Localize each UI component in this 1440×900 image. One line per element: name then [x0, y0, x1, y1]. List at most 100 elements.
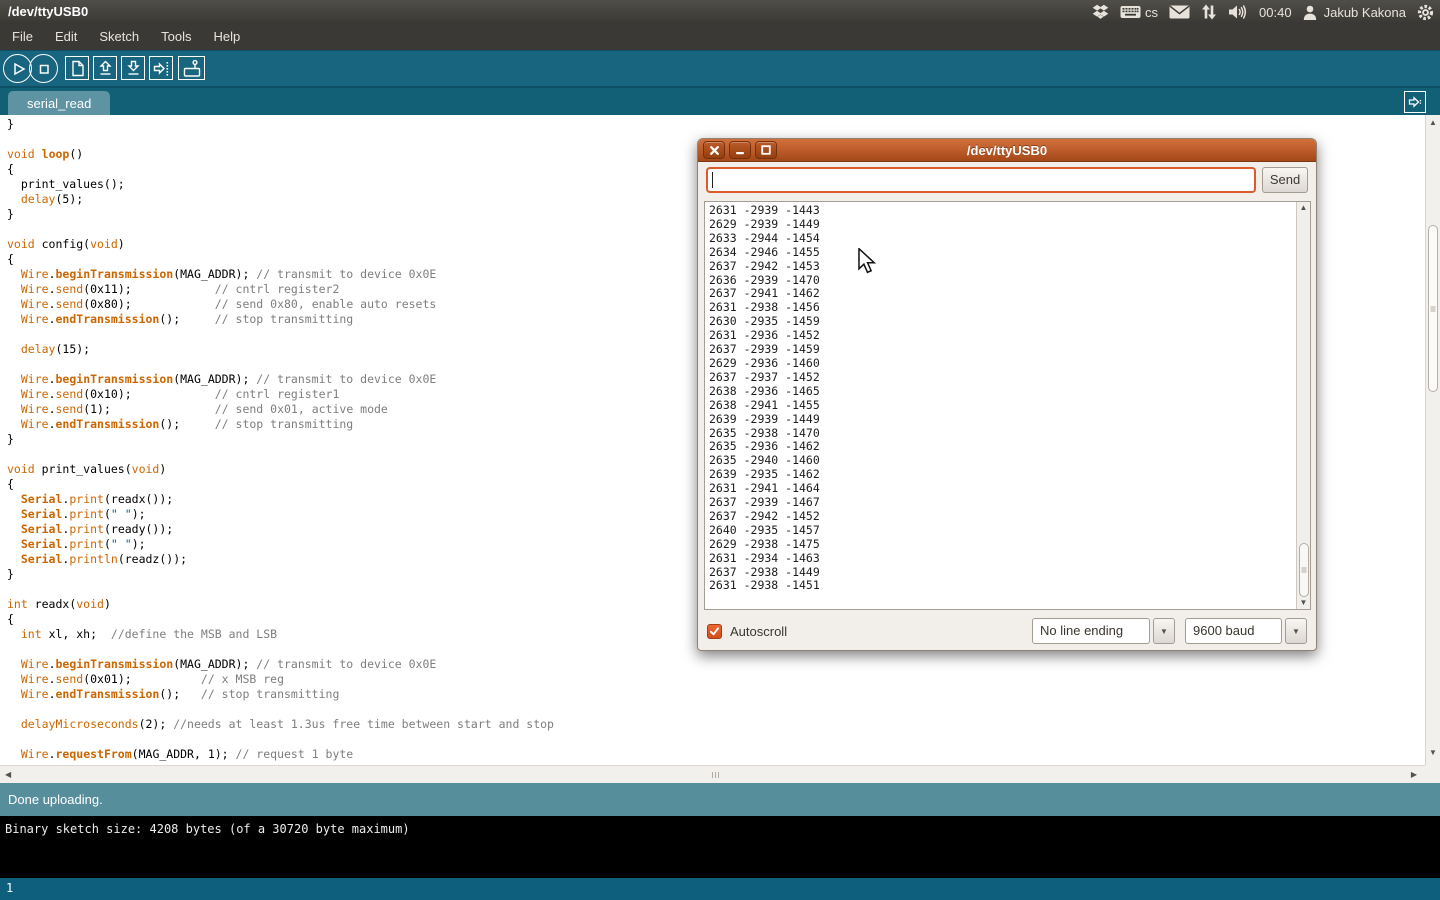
serial-send-input[interactable] — [706, 167, 1256, 193]
editor-vscroll-thumb[interactable] — [1428, 225, 1438, 392]
serial-row: 2637 -2937 -1452 — [709, 371, 820, 385]
autoscroll-checkbox[interactable] — [707, 624, 722, 639]
volume-icon[interactable] — [1228, 4, 1248, 20]
menu-tools[interactable]: Tools — [150, 24, 202, 50]
open-sketch-button[interactable] — [93, 56, 117, 80]
serial-row: 2636 -2939 -1470 — [709, 274, 820, 288]
code-line: } — [7, 432, 554, 447]
serial-row: 2630 -2935 -1459 — [709, 315, 820, 329]
editor-horizontal-scrollbar[interactable]: ◀ ▶ — [0, 765, 1425, 783]
serial-row: 2629 -2936 -1460 — [709, 357, 820, 371]
code-line: Wire.requestFrom(MAG_ADDR, 1); // reques… — [7, 747, 554, 762]
line-ending-value[interactable]: No line ending — [1032, 618, 1150, 644]
current-line-indicator: 1 — [6, 881, 13, 895]
serial-row: 2637 -2939 -1459 — [709, 343, 820, 357]
code-line: void loop() — [7, 147, 554, 162]
line-number-strip: 1 — [0, 878, 1440, 900]
menu-help[interactable]: Help — [202, 24, 251, 50]
serial-row: 2640 -2935 -1457 — [709, 524, 820, 538]
code-line: Wire.send(0x01); // x MSB reg — [7, 672, 554, 687]
serial-row: 2638 -2936 -1465 — [709, 385, 820, 399]
session-power-icon[interactable] — [1417, 4, 1434, 21]
code-line: Wire.endTransmission(); // stop transmit… — [7, 687, 554, 702]
save-sketch-button[interactable] — [121, 56, 145, 80]
close-button[interactable] — [703, 141, 725, 159]
serial-vscroll-thumb[interactable] — [1299, 543, 1309, 597]
menu-file[interactable]: File — [1, 24, 44, 50]
code-line: Wire.beginTransmission(MAG_ADDR); // tra… — [7, 657, 554, 672]
serial-row: 2629 -2939 -1449 — [709, 218, 820, 232]
new-sketch-button[interactable] — [65, 56, 89, 80]
code-line: Serial.print(" "); — [7, 537, 554, 552]
system-top-bar: /dev/ttyUSB0 cs — [0, 0, 1440, 24]
console-output: Binary sketch size: 4208 bytes (of a 307… — [0, 816, 1440, 878]
scroll-right-arrow-icon[interactable]: ▶ — [1411, 771, 1417, 779]
serial-row: 2631 -2941 -1464 — [709, 482, 820, 496]
serial-row: 2631 -2936 -1452 — [709, 329, 820, 343]
clock[interactable]: 00:40 — [1259, 5, 1292, 20]
keyboard-layout-indicator[interactable]: cs — [1120, 5, 1158, 20]
upload-button[interactable] — [149, 56, 173, 80]
chevron-down-icon[interactable]: ▼ — [1153, 618, 1175, 644]
serial-monitor-titlebar[interactable]: /dev/ttyUSB0 — [698, 139, 1316, 162]
console-text: Binary sketch size: 4208 bytes (of a 307… — [5, 822, 410, 836]
code-line: void print_values(void) — [7, 462, 554, 477]
code-line — [7, 357, 554, 372]
code-line: int xl, xh; //define the MSB and LSB — [7, 627, 554, 642]
baud-rate-dropdown[interactable]: 9600 baud ▼ — [1185, 618, 1307, 644]
tab-menu-button[interactable] — [1404, 91, 1426, 113]
menu-edit[interactable]: Edit — [44, 24, 88, 50]
code-line — [7, 702, 554, 717]
scroll-up-arrow-icon[interactable]: ▲ — [1297, 204, 1310, 212]
menu-sketch[interactable]: Sketch — [88, 24, 150, 50]
serial-monitor-title: /dev/ttyUSB0 — [698, 139, 1316, 162]
serial-row: 2638 -2941 -1455 — [709, 399, 820, 413]
serial-row: 2637 -2941 -1462 — [709, 287, 820, 301]
stop-button[interactable] — [29, 54, 58, 83]
scroll-left-arrow-icon[interactable]: ◀ — [5, 771, 11, 779]
code-line — [7, 732, 554, 747]
code-line: Serial.print(" "); — [7, 507, 554, 522]
maximize-button[interactable] — [755, 141, 777, 159]
line-ending-dropdown[interactable]: No line ending ▼ — [1032, 618, 1175, 644]
scroll-down-arrow-icon[interactable]: ▼ — [1426, 749, 1440, 757]
dropbox-icon[interactable] — [1092, 4, 1109, 20]
window-title: /dev/ttyUSB0 — [8, 0, 88, 24]
autoscroll-label[interactable]: Autoscroll — [730, 624, 787, 639]
serial-scrollbar[interactable]: ▲ ▼ — [1296, 202, 1310, 609]
serial-row: 2631 -2938 -1451 — [709, 579, 820, 593]
scroll-down-arrow-icon[interactable]: ▼ — [1297, 599, 1310, 607]
code-line: } — [7, 207, 554, 222]
code-line: Wire.send(0x11); // cntrl register2 — [7, 282, 554, 297]
verify-button[interactable] — [3, 54, 32, 83]
code-line — [7, 582, 554, 597]
serial-row: 2629 -2938 -1475 — [709, 538, 820, 552]
code-line: delay(15); — [7, 342, 554, 357]
window-controls — [703, 141, 777, 159]
minimize-button[interactable] — [729, 141, 751, 159]
serial-row: 2631 -2939 -1443 — [709, 204, 820, 218]
code-line: delayMicroseconds(2); //needs at least 1… — [7, 717, 554, 732]
mail-icon[interactable] — [1169, 5, 1190, 19]
serial-row: 2639 -2935 -1462 — [709, 468, 820, 482]
code-line: Serial.print(readx()); — [7, 492, 554, 507]
editor-vertical-scrollbar[interactable]: ▲ ▼ — [1425, 115, 1440, 765]
code-line: } — [7, 117, 554, 132]
code-line: { — [7, 477, 554, 492]
network-transfer-icon[interactable] — [1201, 4, 1217, 20]
status-message: Done uploading. — [8, 792, 103, 807]
serial-row: 2634 -2946 -1455 — [709, 246, 820, 260]
serial-row: 2635 -2936 -1462 — [709, 440, 820, 454]
user-menu[interactable]: Jakub Kakona — [1324, 5, 1406, 20]
chevron-down-icon[interactable]: ▼ — [1285, 618, 1307, 644]
baud-rate-value[interactable]: 9600 baud — [1185, 618, 1282, 644]
send-button[interactable]: Send — [1262, 167, 1308, 193]
tab-serial-read[interactable]: serial_read — [8, 91, 110, 117]
code-line: Wire.send(1); // send 0x01, active mode — [7, 402, 554, 417]
serial-row: 2635 -2938 -1470 — [709, 427, 820, 441]
scroll-up-arrow-icon[interactable]: ▲ — [1426, 119, 1440, 127]
code-line: int readx(void) — [7, 597, 554, 612]
serial-monitor-button[interactable] — [178, 56, 205, 80]
mouse-cursor-icon — [857, 248, 876, 279]
serial-output-area[interactable]: 2631 -2939 -14432629 -2939 -14492633 -29… — [704, 201, 1311, 610]
